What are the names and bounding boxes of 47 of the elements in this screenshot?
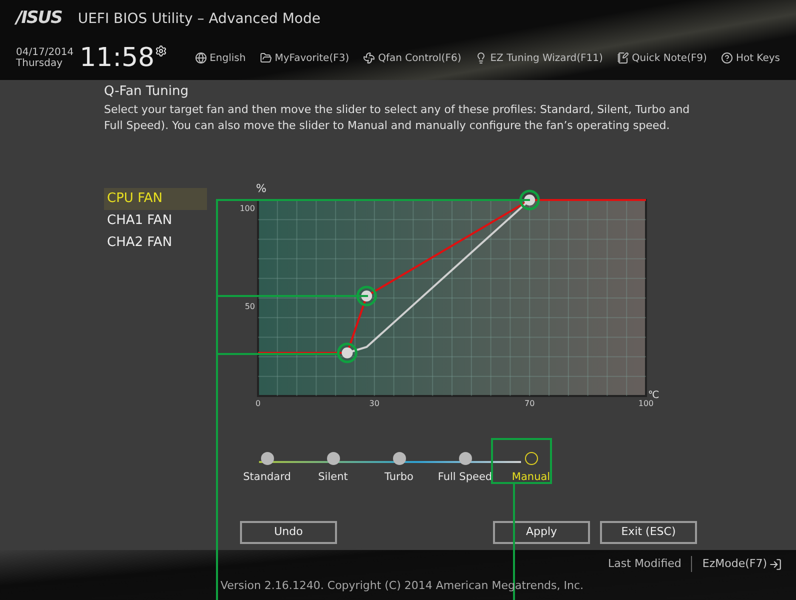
y-tick-label: 50 <box>244 302 255 311</box>
y-axis-label: % <box>256 182 266 195</box>
note-icon <box>616 52 629 64</box>
apply-button[interactable]: Apply <box>493 520 590 544</box>
undo-button[interactable]: Undo <box>240 520 337 544</box>
y-tick-label: 100 <box>240 204 255 213</box>
globe-icon <box>194 52 207 64</box>
fan-list-item[interactable]: CPU FAN <box>104 188 207 210</box>
profile-stop[interactable]: Manual <box>498 452 564 486</box>
toolbar-link[interactable]: MyFavorite(F3) <box>260 50 350 66</box>
profile-stop[interactable]: Standard <box>234 452 300 486</box>
fan-icon <box>363 52 376 64</box>
exit-arrow-icon <box>769 558 782 570</box>
help-icon <box>720 52 733 64</box>
toolbar-link[interactable]: Qfan Control(F6) <box>363 50 462 66</box>
fan-list-item[interactable]: CHA2 FAN <box>104 232 207 254</box>
toolbar-link[interactable]: Hot Keys <box>720 50 780 66</box>
profile-stop[interactable]: Full Speed <box>432 452 498 486</box>
curve-handle[interactable] <box>519 190 540 210</box>
profile-stop[interactable]: Silent <box>300 452 366 486</box>
folder-icon <box>260 52 272 64</box>
lightbulb-icon <box>475 52 488 64</box>
date-text: 04/17/2014 <box>16 47 74 58</box>
toolbar-link[interactable]: English <box>194 50 246 66</box>
ring-icon <box>524 452 538 465</box>
window-title: UEFI BIOS Utility – Advanced Mode <box>78 10 320 28</box>
curve-handle[interactable] <box>337 342 358 364</box>
profile-stop[interactable]: Turbo <box>366 452 432 486</box>
brand-logo: /ISUS <box>16 7 62 30</box>
x-tick-label: 100 <box>638 399 654 408</box>
fan-list-item[interactable]: CHA1 FAN <box>104 210 207 232</box>
curve-handle[interactable] <box>356 286 377 306</box>
x-axis-label: ℃ <box>648 390 660 401</box>
ez-mode-button[interactable]: EzMode(F7) <box>702 556 782 572</box>
highlight-frame <box>491 438 552 484</box>
x-tick-label: 30 <box>369 399 380 408</box>
toolbar-link[interactable]: Quick Note(F9) <box>616 50 707 66</box>
section-description: Select your target fan and then move the slider to select any of these profiles: Standard, Silent, Turbo and Full Speed). You can also move the slider to Manual and manually configure the fan’s operating speed. <box>104 102 691 134</box>
x-tick-label: 0 <box>255 399 261 408</box>
x-tick-label: 70 <box>524 399 535 408</box>
last-modified-link[interactable]: Last Modified <box>608 556 682 572</box>
toolbar-link[interactable]: EZ Tuning Wizard(F11) <box>475 50 603 66</box>
settings-icon[interactable] <box>154 45 167 57</box>
clock-time: 11:58 <box>80 44 155 72</box>
section-title: Q-Fan Tuning <box>104 83 190 101</box>
day-text: Thursday <box>16 58 64 69</box>
exit-button[interactable]: Exit (ESC) <box>600 520 697 544</box>
